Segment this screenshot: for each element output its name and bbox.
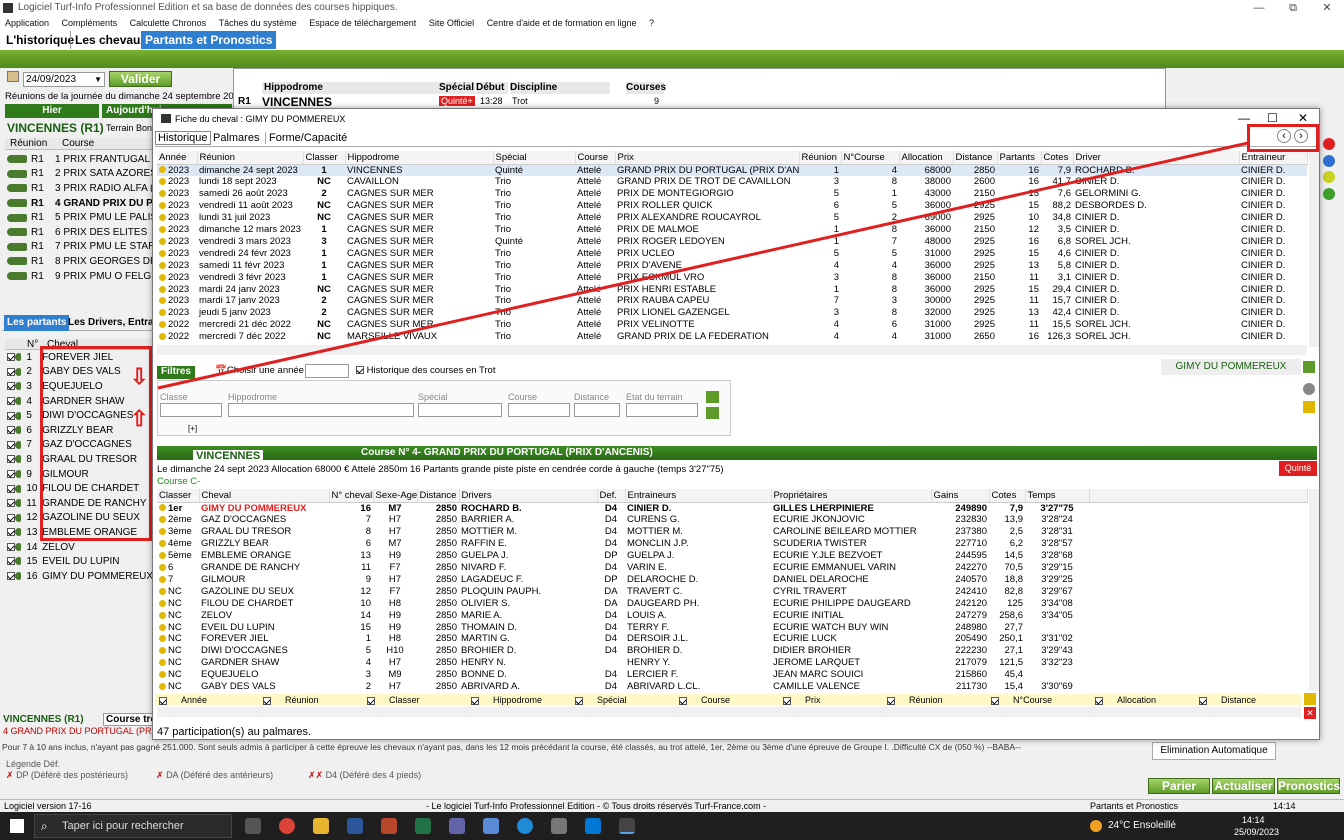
search-placeholder: Taper ici pour rechercher <box>62 820 184 832</box>
excel-icon[interactable] <box>415 818 431 834</box>
task-view-icon[interactable] <box>245 818 261 834</box>
annotation-line <box>157 141 1249 390</box>
edge-icon[interactable] <box>517 818 533 834</box>
app2-icon[interactable] <box>551 818 567 834</box>
teams-icon[interactable] <box>449 818 465 834</box>
outlook-icon[interactable] <box>585 818 601 834</box>
taskbar: ⌕ Taper ici pour rechercher 24°C Ensolei… <box>0 812 1344 840</box>
search-box[interactable]: ⌕ Taper ici pour rechercher <box>34 814 232 838</box>
word-icon[interactable] <box>347 818 363 834</box>
app-icon[interactable] <box>483 818 499 834</box>
search-icon: ⌕ <box>41 819 48 833</box>
clock-time: 14:14 <box>1242 815 1265 825</box>
weather-icon <box>1090 820 1102 832</box>
status-bar: Logiciel version 17-16 - Le logiciel Tur… <box>0 799 1344 812</box>
access-icon[interactable] <box>381 818 397 834</box>
turf-app-icon[interactable] <box>619 818 635 834</box>
clock-date: 25/09/2023 <box>1234 827 1280 837</box>
windows-start-icon[interactable] <box>10 819 24 833</box>
weather-text: 24°C Ensoleillé <box>1108 820 1176 831</box>
explorer-icon[interactable] <box>313 818 329 834</box>
chrome-icon[interactable] <box>279 818 295 834</box>
